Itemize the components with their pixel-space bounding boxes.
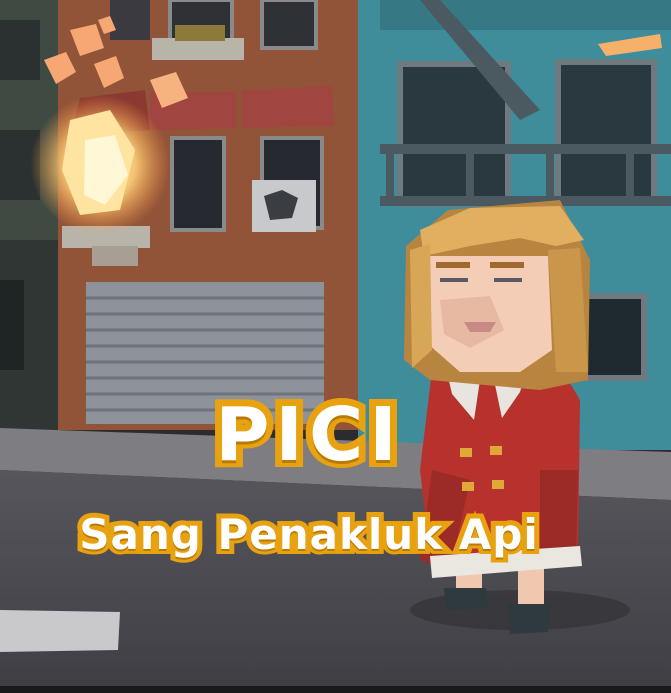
scene-background	[0, 0, 671, 693]
game-subtitle: Sang Penakluk Api	[74, 505, 542, 564]
game-scene: PICI Sang Penakluk Api	[0, 0, 671, 693]
game-title: PICI	[208, 385, 404, 485]
bottom-edge-bar	[0, 686, 671, 693]
